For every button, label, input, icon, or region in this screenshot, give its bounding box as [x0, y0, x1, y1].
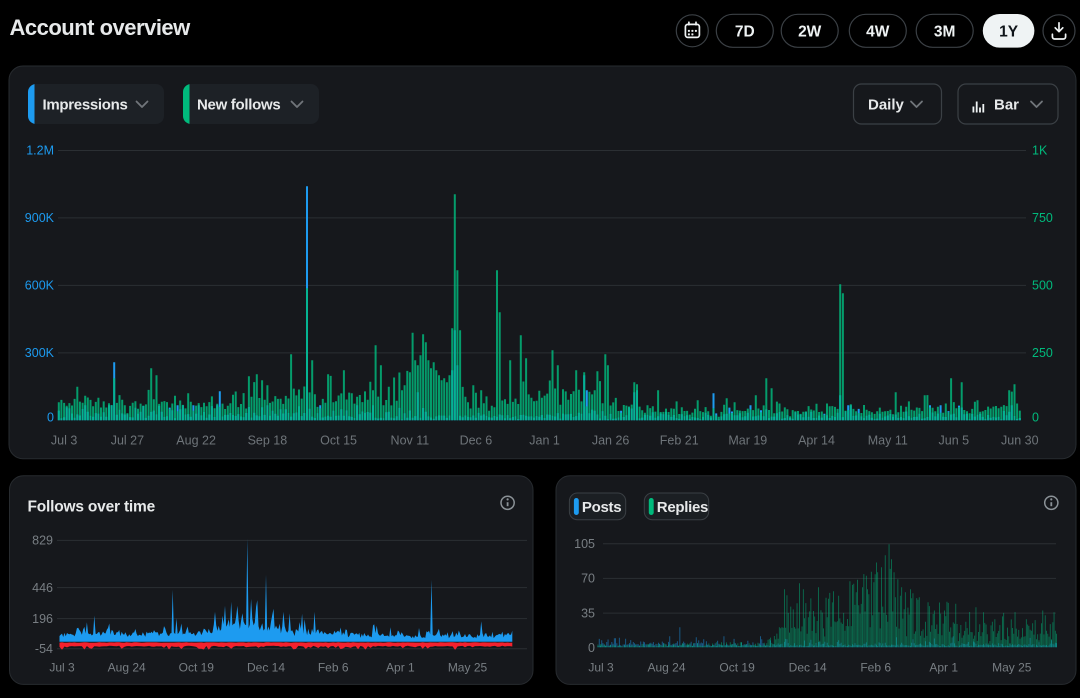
svg-text:Account overview: Account overview [10, 15, 192, 40]
svg-text:0: 0 [47, 411, 54, 425]
svg-text:May 25: May 25 [448, 660, 488, 674]
svg-text:300K: 300K [25, 346, 55, 360]
svg-text:Apr 14: Apr 14 [798, 433, 835, 447]
svg-text:829: 829 [32, 534, 53, 548]
svg-text:Replies: Replies [657, 499, 708, 516]
svg-text:Aug 24: Aug 24 [108, 660, 146, 674]
svg-text:May 25: May 25 [992, 660, 1032, 674]
svg-text:Nov 11: Nov 11 [391, 433, 430, 447]
svg-text:Jul 27: Jul 27 [111, 433, 144, 447]
svg-text:Jul 3: Jul 3 [51, 433, 77, 447]
svg-text:Bar: Bar [994, 97, 1019, 114]
svg-text:500: 500 [1032, 279, 1053, 293]
svg-text:2W: 2W [798, 23, 822, 40]
svg-text:Jul 3: Jul 3 [588, 660, 614, 674]
svg-text:7D: 7D [735, 23, 755, 40]
svg-text:May 11: May 11 [868, 433, 908, 447]
svg-text:0: 0 [588, 641, 595, 655]
svg-text:Jan 1: Jan 1 [529, 433, 560, 447]
svg-text:105: 105 [574, 537, 595, 551]
svg-text:1Y: 1Y [999, 23, 1019, 40]
svg-text:Posts: Posts [582, 499, 621, 516]
svg-text:Follows over time: Follows over time [28, 499, 156, 516]
svg-text:Jun 30: Jun 30 [1001, 433, 1039, 447]
svg-text:Daily: Daily [868, 97, 905, 114]
svg-text:196: 196 [32, 612, 53, 626]
svg-text:4W: 4W [866, 23, 890, 40]
svg-text:Apr 1: Apr 1 [386, 660, 415, 674]
svg-text:Sep 18: Sep 18 [248, 433, 288, 447]
svg-text:Feb 6: Feb 6 [318, 660, 349, 674]
svg-text:Feb 6: Feb 6 [860, 660, 891, 674]
svg-text:Oct 19: Oct 19 [179, 660, 215, 674]
svg-text:0: 0 [1032, 411, 1039, 425]
svg-text:Aug 24: Aug 24 [647, 660, 685, 674]
svg-text:Dec 6: Dec 6 [460, 433, 493, 447]
svg-text:Impressions: Impressions [43, 97, 128, 114]
svg-text:3M: 3M [934, 23, 956, 40]
svg-text:-54: -54 [35, 642, 53, 656]
svg-text:600K: 600K [25, 279, 55, 293]
svg-text:Feb 21: Feb 21 [660, 433, 699, 447]
svg-text:Oct 15: Oct 15 [320, 433, 357, 447]
svg-text:Dec 14: Dec 14 [789, 660, 827, 674]
svg-text:70: 70 [581, 572, 595, 586]
svg-text:35: 35 [581, 606, 595, 620]
svg-text:Oct 19: Oct 19 [719, 660, 755, 674]
svg-text:Dec 14: Dec 14 [247, 660, 285, 674]
svg-text:900K: 900K [25, 211, 55, 225]
svg-text:New follows: New follows [197, 97, 280, 114]
svg-text:Jun 5: Jun 5 [939, 433, 970, 447]
svg-text:1K: 1K [1032, 144, 1048, 158]
svg-text:Apr 1: Apr 1 [929, 660, 958, 674]
svg-text:750: 750 [1032, 211, 1053, 225]
svg-text:Jan 26: Jan 26 [592, 433, 630, 447]
svg-text:Jul 3: Jul 3 [49, 660, 75, 674]
svg-text:1.2M: 1.2M [26, 144, 54, 158]
svg-text:Aug 22: Aug 22 [176, 433, 216, 447]
svg-text:250: 250 [1032, 346, 1053, 360]
svg-text:Mar 19: Mar 19 [728, 433, 767, 447]
svg-text:446: 446 [32, 581, 53, 595]
